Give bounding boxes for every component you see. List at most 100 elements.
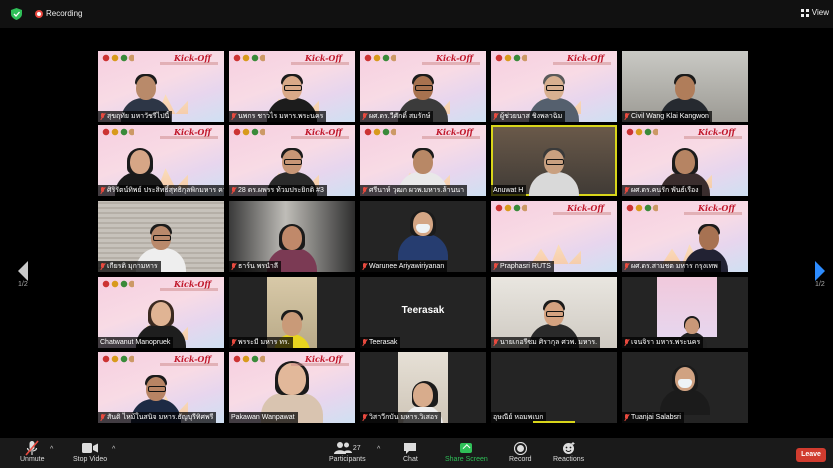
muted-mic-icon — [100, 263, 105, 270]
participant-tile[interactable]: Kick-Off สุขฤทัย มหาวัชรีไปนี้ — [98, 51, 224, 122]
unmute-button[interactable]: Unmute — [20, 440, 45, 463]
muted-mic-icon — [231, 187, 236, 194]
participant-tile[interactable]: Kick-Off 28 ดร.ผพรร ท้วมประยิกติ #3 — [229, 125, 355, 196]
muted-mic-icon — [362, 414, 367, 421]
leave-meeting-button[interactable]: Leave — [796, 448, 826, 462]
participants-count: 27 — [352, 444, 361, 452]
participant-tile[interactable]: นายเกอรีซม ศิรากุล ศวพ. มหาร. — [491, 277, 617, 348]
participant-nameplate: ผศ.ดร.วีศักดิ์ สมรักษ์ — [360, 111, 434, 122]
participant-video — [527, 148, 581, 196]
muted-mic-icon — [362, 339, 367, 346]
record-button[interactable]: Record — [509, 440, 532, 463]
participant-tile[interactable]: Kick-Off สันติ ไหม้ในสนิจ มหาร.ธัญบุรีทิ… — [98, 352, 224, 423]
gallery-view: 1/2 1/2 Kick-Off สุขฤทัย มหาวัชรีไปนี้ K… — [0, 28, 833, 438]
video-options-caret-icon[interactable]: ^ — [112, 446, 115, 453]
participant-tile[interactable]: อุษณีย์ หอมพเบก — [491, 352, 617, 423]
participant-name: เจนจิรา มหาร.พระนคร — [631, 339, 701, 346]
participant-tile[interactable]: Kick-Off ผศ.ดร.วีศักดิ์ สมรักษ์ — [360, 51, 486, 122]
muted-mic-icon — [100, 113, 105, 120]
participant-tile[interactable]: เจนจิรา มหาร.พระนคร — [622, 277, 748, 348]
participant-name: นพกร ชาวไร มหาร.พระนคร — [238, 113, 324, 120]
participant-display-name: Teerasak — [401, 305, 445, 316]
participant-name: Civil Wang Klai Kangwon — [631, 113, 709, 120]
participant-name: วิสาวีกบัน มหาร.วิเสอร — [369, 414, 438, 421]
poster-subtitle-bar — [160, 363, 218, 366]
participant-tile[interactable]: Kick-Off ศรีนาห์ วุฒก ผวพ.มหาร.ล้านนา — [360, 125, 486, 196]
meeting-controls-bar: Unmute ^ Stop Video ^ 27 Participants ^ … — [0, 438, 833, 468]
participant-nameplate: Chatwanut Manopruek — [98, 337, 174, 348]
participant-name: 28 ดร.ผพรร ท้วมประยิกติ #3 — [238, 187, 324, 194]
muted-mic-icon — [100, 187, 105, 194]
poster-subtitle-bar — [553, 62, 611, 65]
participant-tile[interactable]: Kick-Off Pakawan Wanpawat — [229, 352, 355, 423]
chat-label: Chat — [403, 456, 418, 463]
participant-nameplate: สุขฤทัย มหาวัชรีไปนี้ — [98, 111, 173, 122]
participant-tile[interactable]: Kick-Off ผศ.ดร.คนรัก พันธ์เรือง — [622, 125, 748, 196]
muted-mic-icon — [362, 187, 367, 194]
participant-name: สุขฤทัย มหาวัชรีไปนี้ — [107, 113, 170, 120]
participant-name: ศิริรัตน์ทิพย์ ประสิทธิ์สุทธิกุลพิกมหาร … — [107, 187, 224, 194]
participant-tile[interactable]: Kick-Off ผู้ช่วยนาส ชิงพลาฉิม — [491, 51, 617, 122]
participant-nameplate: เกียรติ มุกามหาร — [98, 261, 161, 272]
participant-tile[interactable]: Kick-Off ผศ.ดร.สามชต มหาร กรุงเทพ — [622, 201, 748, 272]
participant-tile[interactable]: พรระมี มหาร ทร. — [229, 277, 355, 348]
participant-name: นายเกอรีซม ศิรากุล ศวพ. มหาร. — [500, 339, 598, 346]
participant-nameplate: 28 ดร.ผพรร ท้วมประยิกติ #3 — [229, 185, 327, 196]
participants-options-caret-icon[interactable]: ^ — [377, 446, 380, 453]
stop-video-label: Stop Video — [73, 456, 108, 463]
poster-subtitle-bar — [291, 363, 349, 366]
participant-nameplate: สันติ ไหม้ในสนิจ มหาร.ธัญบุรีทิศพรี — [98, 412, 217, 423]
muted-mic-icon — [231, 263, 236, 270]
participant-tile[interactable]: Civil Wang Klai Kangwon — [622, 51, 748, 122]
participant-tile[interactable]: Kick-Off ศิริรัตน์ทิพย์ ประสิทธิ์สุทธิกุ… — [98, 125, 224, 196]
chat-button[interactable]: Chat — [403, 440, 418, 463]
share-screen-label: Share Screen — [445, 456, 488, 463]
participant-name: ผู้ช่วยนาส ชิงพลาฉิม — [500, 113, 563, 120]
participant-tile[interactable]: วิสาวีกบัน มหาร.วิเสอร — [360, 352, 486, 423]
participant-tile[interactable]: Kick-Off Praphasri RUTS — [491, 201, 617, 272]
participant-name: Praphasri RUTS — [500, 263, 551, 270]
participant-tile[interactable]: Teerasak Teerasak — [360, 277, 486, 348]
muted-mic-icon — [624, 339, 629, 346]
participant-tile[interactable]: Kick-Off Chatwanut Manopruek — [98, 277, 224, 348]
participant-nameplate: วิสาวีกบัน มหาร.วิเสอร — [360, 412, 441, 423]
reactions-smiley-icon — [562, 440, 576, 456]
poster-subtitle-bar — [291, 136, 349, 139]
poster-subtitle-bar — [291, 62, 349, 65]
participant-nameplate: ศรีนาห์ วุฒก ผวพ.มหาร.ล้านนา — [360, 185, 468, 196]
participant-tile[interactable]: Warunee Ariyawiriyanan — [360, 201, 486, 272]
recording-label[interactable]: Recording — [46, 9, 82, 18]
participant-tile[interactable]: Tuanjai Salabsri — [622, 352, 748, 423]
view-label: View — [811, 8, 829, 17]
muted-microphone-icon — [25, 440, 39, 456]
participants-button[interactable]: 27 Participants — [329, 440, 366, 463]
muted-mic-icon — [100, 414, 105, 421]
participant-name: ธาร์น พรนำลี — [238, 263, 279, 270]
meeting-top-bar: Recording View — [0, 0, 833, 28]
participant-tile[interactable]: เกียรติ มุกามหาร — [98, 201, 224, 272]
active-speaker-tile[interactable]: Anuwat H — [491, 125, 617, 196]
record-label: Record — [509, 456, 532, 463]
reactions-button[interactable]: Reactions — [553, 440, 584, 463]
muted-mic-icon — [493, 263, 498, 270]
audio-options-caret-icon[interactable]: ^ — [50, 446, 53, 453]
participant-tile[interactable]: Kick-Off นพกร ชาวไร มหาร.พระนคร — [229, 51, 355, 122]
participant-nameplate: Warunee Ariyawiriyanan — [360, 261, 448, 272]
participant-name: ผศ.ดร.วีศักดิ์ สมรักษ์ — [369, 113, 431, 120]
stop-video-button[interactable]: Stop Video — [73, 440, 107, 463]
poster-subtitle-bar — [160, 136, 218, 139]
share-screen-icon — [460, 440, 473, 456]
share-screen-button[interactable]: Share Screen — [445, 440, 488, 463]
view-button[interactable]: View — [800, 8, 829, 17]
participant-nameplate: ผศ.ดร.คนรัก พันธ์เรือง — [622, 185, 702, 196]
participant-name: เกียรติ มุกามหาร — [107, 263, 158, 270]
reactions-label: Reactions — [553, 456, 585, 463]
poster-subtitle-bar — [684, 212, 742, 215]
participant-nameplate: Anuwat H — [491, 185, 527, 196]
participant-tile[interactable]: ธาร์น พรนำลี — [229, 201, 355, 272]
muted-mic-icon — [362, 113, 367, 120]
muted-mic-icon — [231, 113, 236, 120]
participant-name: ผศ.ดร.คนรัก พันธ์เรือง — [631, 187, 699, 194]
security-shield-icon[interactable] — [11, 8, 22, 20]
muted-mic-icon — [624, 113, 629, 120]
